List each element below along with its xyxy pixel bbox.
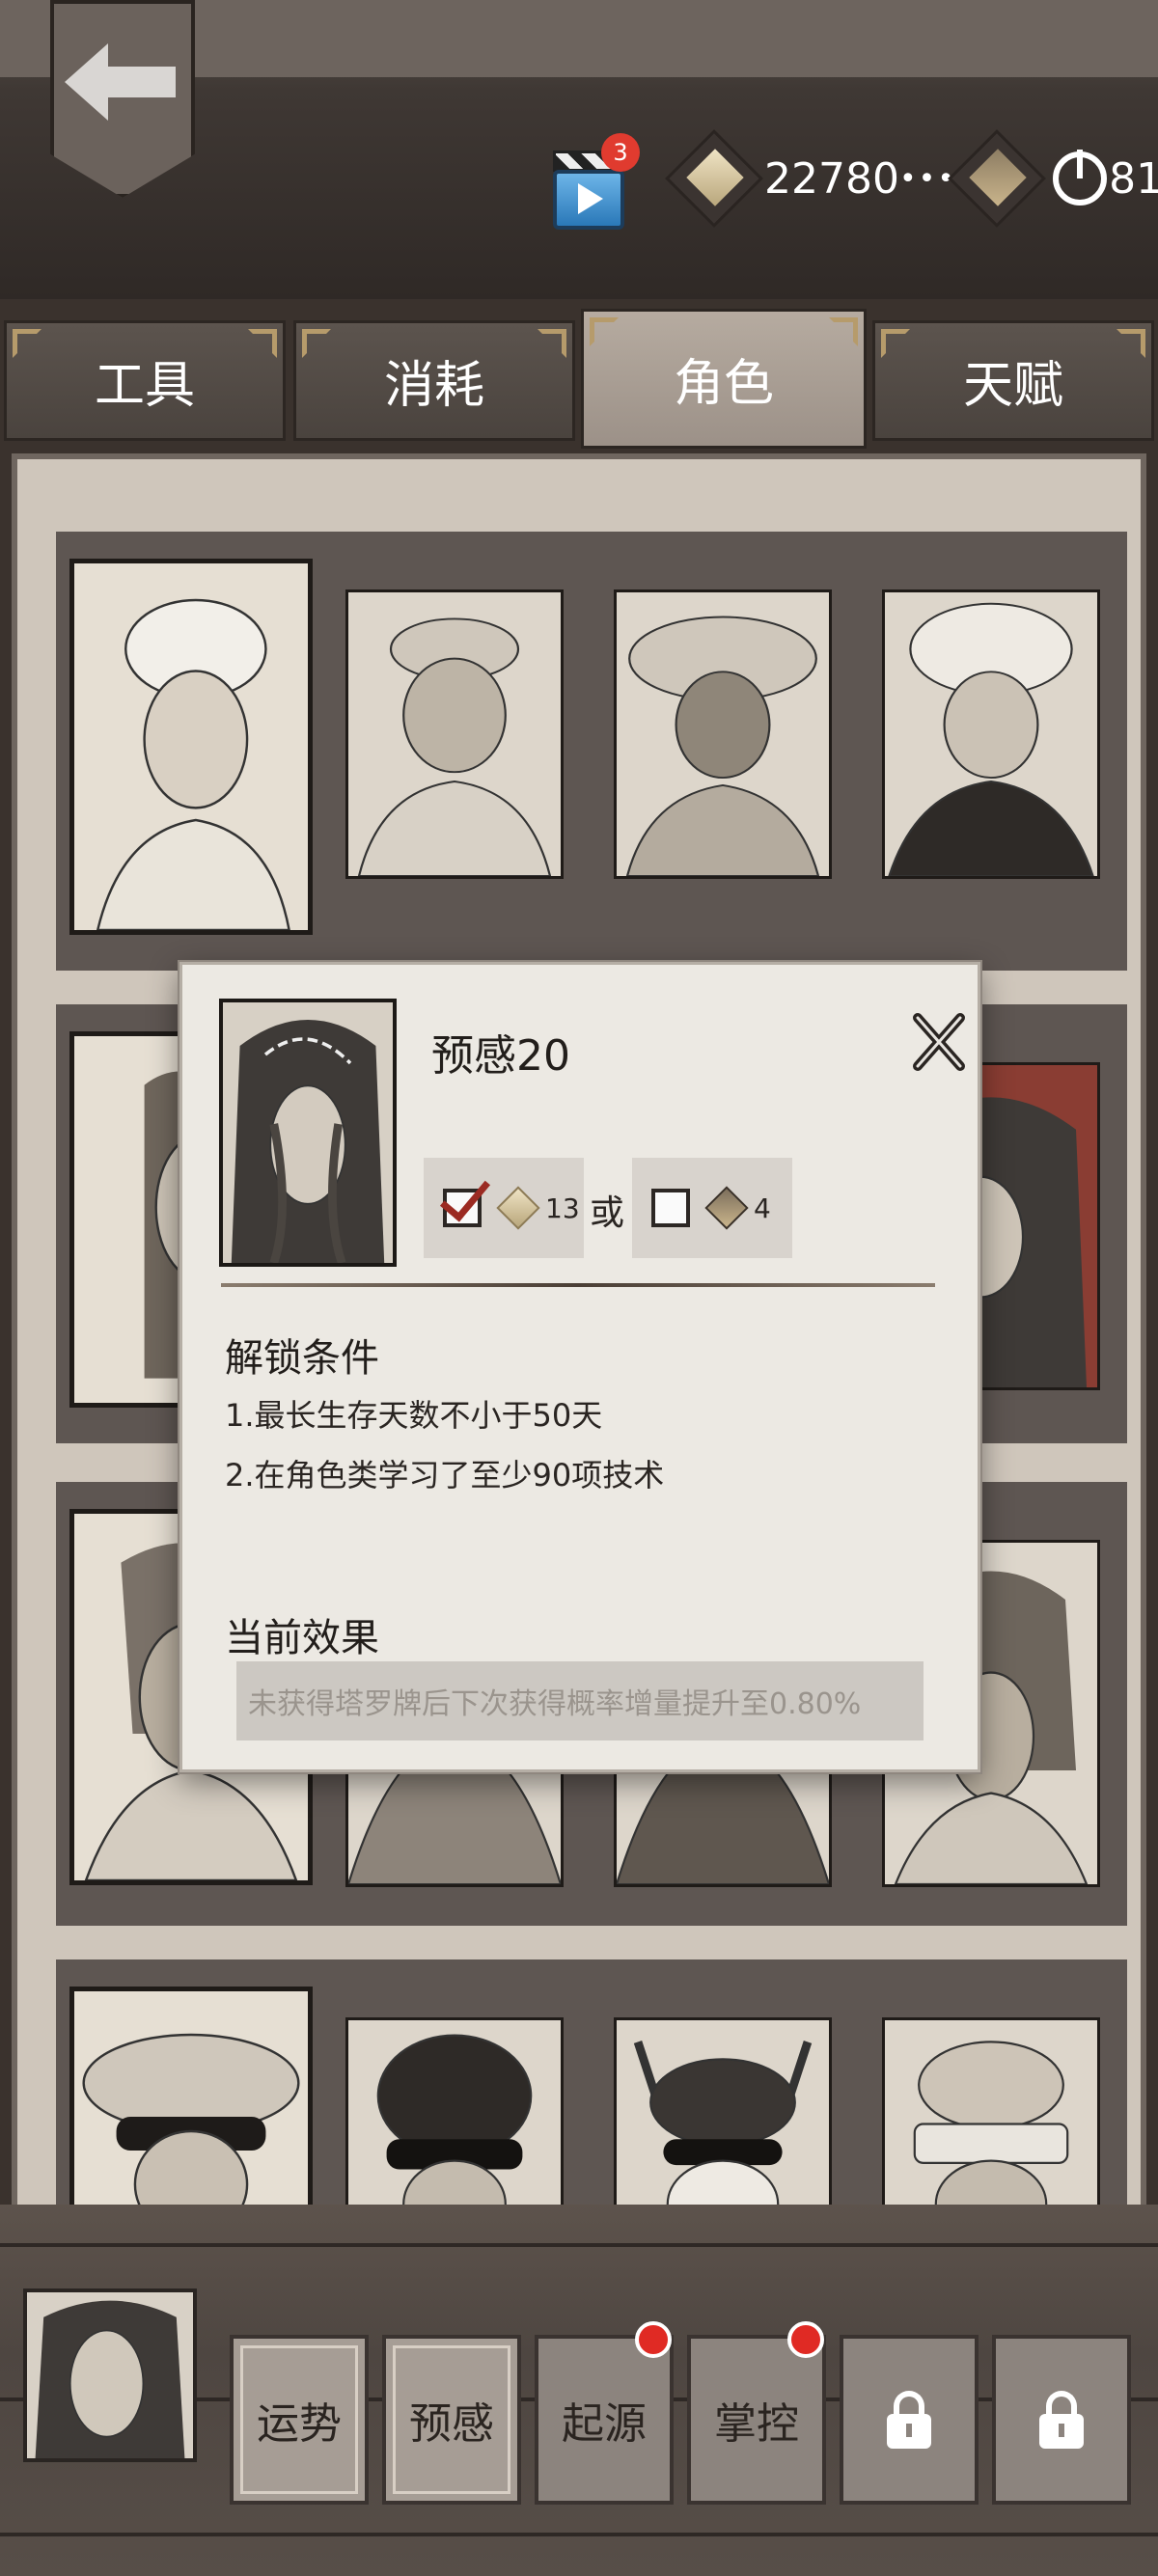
bottom-button-locked-2[interactable]	[992, 2335, 1131, 2505]
or-label: 或	[590, 1193, 625, 1233]
character-portrait-beekeeper[interactable]	[614, 589, 832, 879]
book-currency-icon	[703, 1185, 750, 1231]
current-effect-title: 当前效果	[225, 1616, 379, 1660]
tab-label: 消耗	[383, 357, 484, 415]
play-icon	[578, 183, 603, 214]
book-currency-icon	[948, 129, 1046, 228]
power-icon	[1053, 150, 1108, 206]
close-icon[interactable]	[910, 1008, 968, 1076]
bottom-button-fortune[interactable]: 运势	[230, 2335, 369, 2505]
character-row	[56, 1959, 1127, 2239]
unlock-condition: 2.在角色类学习了至少90项技术	[225, 1457, 665, 1494]
currency-display[interactable]: 22780 ••• 818	[665, 129, 1158, 228]
character-portrait-cook[interactable]	[345, 589, 564, 879]
currency1-value: 22780	[764, 153, 899, 204]
tab-label: 天赋	[962, 357, 1063, 415]
tab-characters[interactable]: 角色	[581, 309, 867, 449]
cost-checkbox-book[interactable]	[651, 1189, 690, 1227]
back-arrow-icon	[60, 39, 185, 125]
popup-title: 预感20	[431, 1031, 570, 1081]
character-portrait-sunglasses-hat[interactable]	[69, 1987, 313, 2237]
tarot-currency-icon	[665, 129, 763, 228]
character-portrait-chef[interactable]	[69, 559, 313, 935]
video-reward-button[interactable]: 3	[553, 133, 640, 232]
bottom-button-label: 预感	[409, 2399, 494, 2449]
popup-character-portrait	[219, 999, 397, 1267]
cost-checkbox-tarot[interactable]	[439, 1168, 491, 1227]
notification-badge: 3	[601, 133, 640, 172]
cost-option-tarot[interactable]: 13	[424, 1158, 584, 1258]
currency2-value: 818	[1109, 153, 1158, 204]
bottom-button-label: 起源	[562, 2399, 647, 2449]
tab-tools[interactable]: 工具	[4, 320, 286, 441]
lock-icon	[887, 2391, 931, 2449]
bottom-button-locked-1[interactable]	[840, 2335, 979, 2505]
tab-consumables[interactable]: 消耗	[293, 320, 575, 441]
character-row	[56, 532, 1127, 971]
cost-amount: 13	[545, 1192, 580, 1224]
unlock-condition: 1.最长生存天数不小于50天	[225, 1397, 603, 1434]
character-portrait-winter[interactable]	[882, 589, 1100, 879]
tab-label: 工具	[94, 357, 195, 415]
bottom-button-origin[interactable]: 起源	[535, 2321, 674, 2505]
checkmark-icon	[439, 1168, 491, 1222]
cost-amount: 4	[754, 1192, 771, 1224]
cost-option-book[interactable]: 4	[632, 1158, 792, 1258]
current-effect-text: 未获得塔罗牌后下次获得概率增量提升至0.80%	[236, 1661, 924, 1740]
bottom-button-premonition[interactable]: 预感	[382, 2335, 521, 2505]
tab-talents[interactable]: 天赋	[872, 320, 1154, 441]
unlock-conditions-title: 解锁条件	[225, 1336, 379, 1381]
notification-dot	[787, 2321, 824, 2358]
bottom-button-control[interactable]: 掌控	[687, 2321, 826, 2505]
skill-detail-popup: 预感20 13 或 4 解锁条件 1.最长生存天数不小于50天 2.在角色类学习…	[179, 962, 980, 1772]
category-tabs: 工具 消耗 角色 天赋	[0, 309, 1158, 453]
tarot-currency-icon	[495, 1185, 541, 1231]
divider	[221, 1283, 935, 1287]
selected-character-portrait[interactable]	[23, 2288, 197, 2462]
notification-dot	[635, 2321, 672, 2358]
bottom-button-label: 掌控	[714, 2399, 799, 2449]
bottom-button-label: 运势	[257, 2399, 342, 2449]
tab-label: 角色	[673, 355, 774, 413]
lock-icon	[1039, 2391, 1084, 2449]
